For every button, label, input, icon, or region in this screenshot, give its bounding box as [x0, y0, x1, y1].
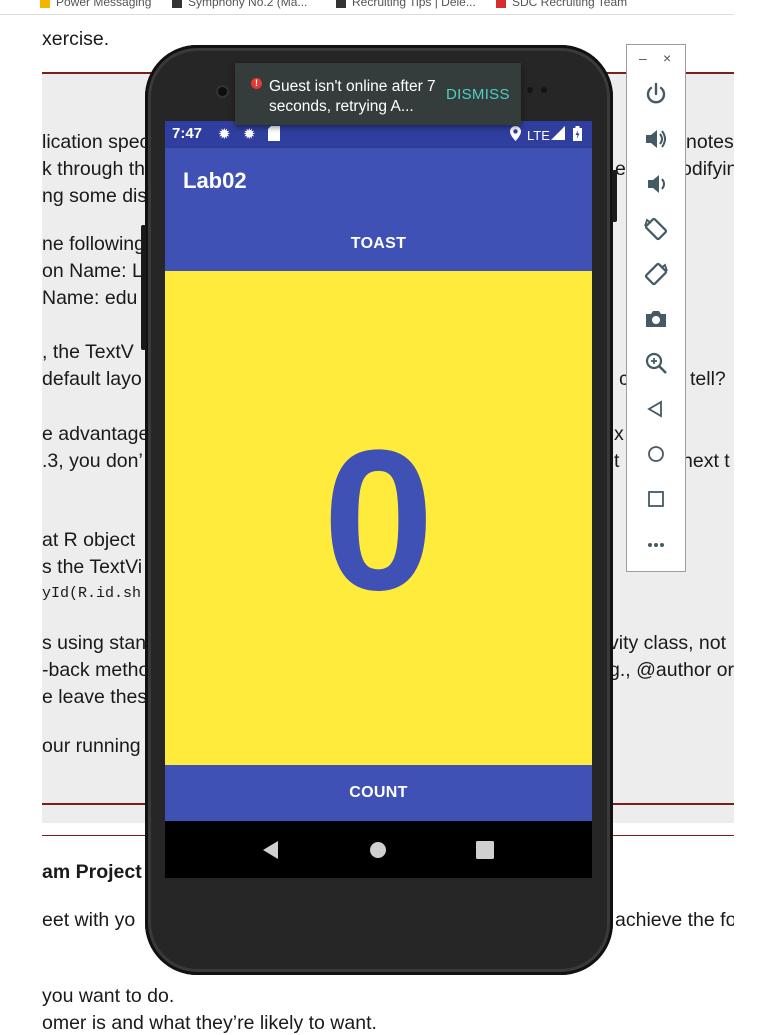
overview-icon[interactable]	[641, 484, 671, 514]
doc-line: our running	[42, 735, 141, 757]
minimize-button[interactable]: –	[639, 50, 647, 66]
doc-section-heading: am Project	[42, 861, 142, 883]
location-icon	[510, 126, 521, 145]
zoom-icon[interactable]	[641, 349, 671, 379]
app-bar: Lab02	[165, 148, 592, 216]
doc-line: , the TextV	[42, 341, 134, 363]
bookmark-icon	[496, 0, 506, 8]
bookmark-symphony[interactable]: Symphony No.2 (Ma...	[172, 0, 307, 9]
doc-code-line: yId(R.id.sh	[42, 585, 142, 602]
volume-down-icon[interactable]	[641, 169, 671, 199]
doc-line: omer is and what they’re likely to want.	[42, 1012, 377, 1034]
error-icon: !	[251, 78, 262, 89]
bookmark-icon	[336, 0, 346, 8]
emulator-toolbar: – ×	[626, 44, 686, 572]
snackbar: ! Guest isn't online after 7 seconds, re…	[235, 63, 521, 125]
doc-line: s the TextVi	[42, 556, 143, 578]
doc-line: achieve the fo	[615, 909, 734, 931]
toast-button[interactable]: TOAST	[165, 216, 592, 271]
doc-line: .3, you don’	[42, 450, 143, 472]
doc-line: notes	[686, 131, 734, 153]
doc-line: t	[614, 450, 620, 472]
doc-line: default layo	[42, 368, 142, 390]
home-icon[interactable]	[641, 439, 671, 469]
bookmark-recruiting-tips[interactable]: Recruiting Tips | Dele...	[336, 0, 476, 9]
network-type: LTE	[527, 128, 550, 143]
doc-line: at R object	[42, 529, 136, 551]
signal-icon	[551, 126, 565, 144]
nav-overview-icon[interactable]	[473, 838, 497, 862]
doc-line: e leave thes	[42, 686, 148, 708]
bookmark-power-messaging[interactable]: Power Messaging	[40, 0, 151, 9]
bookmarks-bar: Power Messaging Symphony No.2 (Ma... Rec…	[0, 0, 734, 15]
doc-line: k through th	[42, 158, 145, 180]
sensor-dot	[527, 87, 533, 93]
emulator-screen[interactable]: 7:47 ✹ ✹ LTE Lab02 TOAST 0 COUNT	[165, 121, 592, 878]
doc-line: xercise.	[42, 28, 110, 50]
doc-line: tell?	[690, 368, 726, 390]
camera-icon[interactable]	[641, 304, 671, 334]
doc-line: on Name: La	[42, 260, 154, 282]
settings-notification-icon: ✹	[243, 126, 256, 143]
doc-line: odifyin	[681, 158, 734, 180]
dismiss-button[interactable]: DISMISS	[446, 86, 510, 103]
doc-line: ng some dist	[42, 185, 153, 207]
sd-card-icon	[268, 126, 280, 145]
power-icon[interactable]	[641, 79, 671, 109]
status-bar: 7:47 ✹ ✹ LTE	[165, 121, 592, 148]
count-display-area: 0	[165, 271, 592, 765]
doc-line: Name: edu	[42, 287, 138, 309]
volume-rocker	[141, 225, 146, 350]
back-icon[interactable]	[641, 394, 671, 424]
status-time: 7:47	[172, 125, 203, 142]
front-camera	[218, 87, 227, 96]
count-value: 0	[322, 409, 435, 632]
count-button[interactable]: COUNT	[165, 765, 592, 821]
power-side-button	[612, 170, 617, 222]
volume-up-icon[interactable]	[641, 124, 671, 154]
more-icon[interactable]	[641, 529, 671, 559]
rotate-left-icon[interactable]	[641, 214, 671, 244]
settings-notification-icon: ✹	[218, 126, 231, 143]
nav-home-icon[interactable]	[366, 838, 390, 862]
doc-line: next t	[682, 450, 730, 472]
sensor-dot	[541, 87, 547, 93]
battery-icon	[573, 126, 582, 145]
doc-line: eet with yo	[42, 909, 136, 931]
bookmark-icon	[40, 0, 50, 8]
nav-back-icon[interactable]	[259, 838, 283, 862]
bookmark-sdc-recruiting[interactable]: SDC Recruiting Team	[496, 0, 627, 9]
doc-line: lication spec	[42, 131, 150, 153]
rotate-right-icon[interactable]	[641, 259, 671, 289]
bookmark-icon	[172, 0, 182, 8]
doc-line: vity class, not	[609, 632, 727, 654]
doc-line: s using stan	[42, 632, 147, 654]
app-title: Lab02	[183, 168, 247, 193]
doc-line: e advantage	[42, 423, 150, 445]
doc-line: g., @author or	[609, 659, 734, 681]
doc-line: ne following	[42, 233, 145, 255]
close-button[interactable]: ×	[663, 50, 671, 66]
doc-line: you want to do.	[42, 985, 175, 1007]
snackbar-message: Guest isn't online after 7 seconds, retr…	[269, 78, 436, 115]
android-nav-bar	[165, 821, 592, 878]
doc-line: -back metho	[42, 659, 150, 681]
doc-line: x	[614, 423, 624, 445]
